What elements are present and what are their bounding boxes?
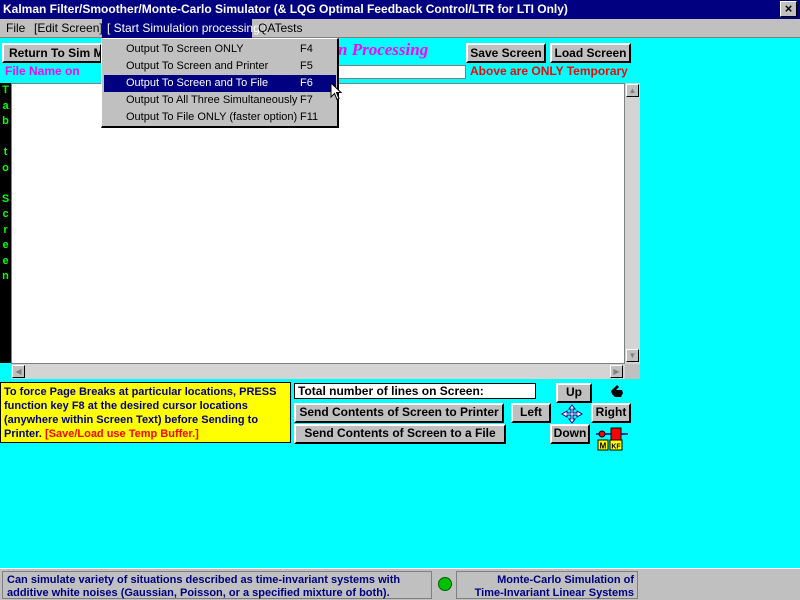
dropdown-item[interactable]: Output To Screen ONLY F4 (104, 41, 336, 58)
save-screen-button[interactable]: Save Screen (466, 43, 546, 63)
tab-letter: o (2, 161, 9, 174)
dropdown-item[interactable]: Output To Screen and Printer F5 (104, 58, 336, 75)
scroll-left-arrow-icon[interactable]: ◀ (12, 365, 25, 378)
title-bar: Kalman Filter/Smoother/Monte-Carlo Simul… (0, 0, 800, 19)
vertical-scrollbar[interactable]: ▲ ▼ (625, 83, 640, 364)
scroll-down-arrow-icon[interactable]: ▼ (626, 349, 639, 362)
dropdown-item-label: Output To Screen and To File (126, 77, 269, 89)
tab-letter (0, 131, 11, 147)
tab-letter (0, 177, 11, 193)
dropdown-item[interactable]: Output To File ONLY (faster option) F11 (104, 109, 336, 126)
scroll-up-button[interactable]: Up (556, 383, 592, 403)
file-name-input[interactable] (338, 65, 466, 79)
menu-file[interactable]: File (6, 21, 25, 35)
tab-letter: n (2, 270, 9, 282)
horizontal-scrollbar[interactable]: ◀ ▶ (11, 364, 625, 379)
status-mode-line2: Time-Invariant Linear Systems (474, 587, 634, 599)
pointing-hand-icon (611, 385, 623, 397)
dropdown-item[interactable]: Output To All Three Simultaneously F7 (104, 92, 336, 109)
load-screen-button[interactable]: Load Screen (550, 43, 631, 63)
badge-m-label: M (600, 442, 607, 451)
tab-letter: c (2, 208, 9, 220)
processing-title: n Processing (338, 40, 429, 59)
move-arrows-icon[interactable] (560, 404, 584, 424)
scroll-right-arrow-icon[interactable]: ▶ (610, 365, 623, 378)
scroll-down-button[interactable]: Down (550, 424, 590, 444)
tab-letter: r (3, 223, 8, 236)
temporary-note: Above are ONLY Temporary (470, 64, 628, 78)
tab-letter: b (2, 115, 9, 127)
tab-letter: e (2, 239, 9, 251)
tab-letter: a (2, 99, 9, 112)
tab-letter: S (1, 192, 10, 205)
window-title: Kalman Filter/Smoother/Monte-Carlo Simul… (3, 2, 568, 16)
status-mode: Monte-Carlo Simulation of Time-Invariant… (456, 571, 638, 599)
dropdown-item-label: Output To File ONLY (faster option) (126, 111, 298, 123)
scroll-right-button[interactable]: Right (591, 403, 631, 423)
total-lines-label: Total number of lines on Screen: (294, 383, 536, 399)
dropdown-item-shortcut: F11 (300, 111, 319, 123)
close-button[interactable]: × (780, 1, 797, 17)
status-mode-line1: Monte-Carlo Simulation of (497, 574, 634, 586)
scroll-up-arrow-icon[interactable]: ▲ (626, 84, 639, 97)
dropdown-item[interactable]: Output To Screen and To File F6 (104, 75, 336, 92)
menu-bar: File [Edit Screen] [ Start Simulation pr… (0, 19, 800, 38)
dropdown-item-label: Output To Screen and Printer (126, 60, 269, 72)
tab-letter: e (2, 254, 9, 267)
status-description: Can simulate variety of situations descr… (2, 571, 432, 599)
menu-edit-screen[interactable]: [Edit Screen] (34, 21, 103, 35)
send-to-file-button[interactable]: Send Contents of Screen to a File (294, 424, 506, 444)
tab-letter: t (3, 146, 8, 158)
dropdown-item-shortcut: F7 (300, 94, 313, 106)
menu-start-simulation[interactable]: [ Start Simulation processing ] (102, 19, 266, 38)
simulation-output-dropdown: Output To Screen ONLY F4 Output To Screen … (101, 38, 339, 128)
menu-qatests[interactable]: QATests (258, 21, 302, 35)
page-break-note: To force Page Breaks at particular locat… (0, 382, 291, 443)
tab-letter: T (2, 84, 9, 96)
scroll-corner (625, 364, 640, 379)
status-indicator-icon (438, 577, 452, 591)
badge-kf-label: KF (611, 444, 621, 451)
dropdown-item-shortcut: F6 (300, 77, 313, 89)
return-to-sim-menu-button[interactable]: Return To Sim Menu (2, 43, 102, 63)
dropdown-item-shortcut: F4 (300, 43, 313, 55)
scroll-left-button[interactable]: Left (511, 403, 551, 423)
tab-to-screen-label: TabtoScreen (0, 84, 11, 286)
temp-buffer-note: [Save/Load use Temp Buffer.] (44, 428, 199, 440)
dropdown-item-label: Output To All Three Simultaneously (126, 94, 298, 106)
dropdown-item-label: Output To Screen ONLY (126, 43, 244, 55)
send-to-printer-button[interactable]: Send Contents of Screen to Printer (294, 403, 504, 423)
file-name-label: File Name on (5, 64, 80, 78)
mouse-cursor-icon (330, 82, 343, 101)
system-diagram-icon: M KF (596, 427, 628, 451)
dropdown-item-shortcut: F5 (300, 60, 313, 72)
